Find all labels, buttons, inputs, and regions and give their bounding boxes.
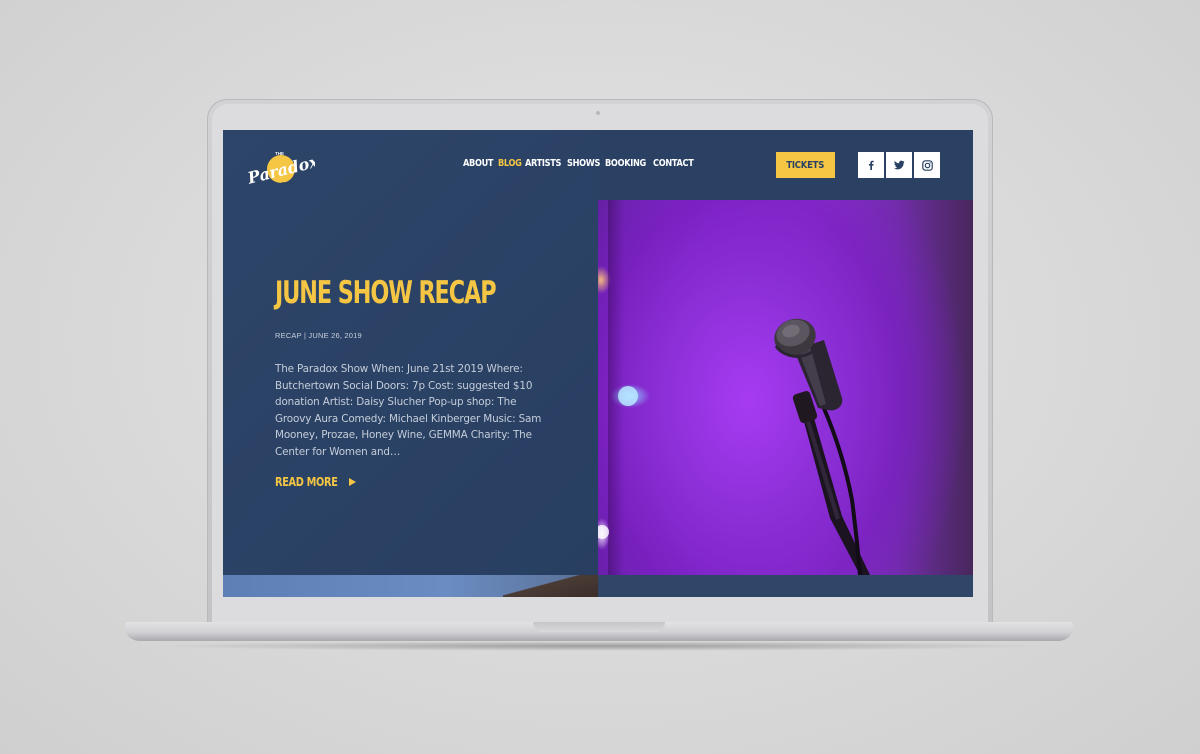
next-post-preview-right: [598, 575, 973, 597]
read-more-label: READ MORE: [275, 474, 338, 489]
tickets-button[interactable]: TICKETS: [776, 152, 835, 178]
instagram-button[interactable]: [914, 152, 940, 178]
post-excerpt: The Paradox Show When: June 21st 2019 Wh…: [275, 363, 542, 458]
twitter-button[interactable]: [886, 152, 912, 178]
nav-item-shows[interactable]: SHOWS: [567, 158, 600, 169]
laptop-shadow: [150, 641, 1050, 651]
next-post-preview-left: [223, 575, 598, 597]
play-arrow-icon: [349, 477, 357, 486]
laptop-notch: [533, 622, 665, 632]
svg-text:SHOW: SHOW: [281, 181, 296, 186]
post-title[interactable]: JUNE SHOW RECAP: [275, 278, 497, 309]
featured-post: JUNE SHOW RECAP RECAP | JUNE 26, 2019 Th…: [275, 278, 555, 491]
nav-item-about[interactable]: ABOUT: [463, 158, 494, 169]
hero-photo: [598, 200, 973, 575]
nav-item-blog[interactable]: BLOG: [498, 158, 522, 169]
paradox-show-logo[interactable]: THE Paradox SHOW: [245, 146, 315, 190]
laptop-camera: [596, 111, 600, 115]
facebook-icon: [868, 160, 874, 170]
nav-item-contact[interactable]: CONTACT: [653, 158, 694, 169]
twitter-icon: [893, 160, 904, 170]
nav-item-booking[interactable]: BOOKING: [605, 158, 646, 169]
microphone-image: [598, 318, 870, 575]
website-screen: THE Paradox SHOW ABOUT BLOG ARTISTS SHOW…: [223, 130, 973, 597]
facebook-button[interactable]: [858, 152, 884, 178]
social-links: [858, 152, 940, 178]
read-more-link[interactable]: READ MORE: [275, 474, 357, 489]
main-nav: ABOUT BLOG ARTISTS SHOWS BOOKING CONTACT: [463, 158, 700, 169]
instagram-icon: [921, 159, 933, 171]
tickets-button-label: TICKETS: [786, 159, 825, 171]
svg-text:THE: THE: [275, 151, 284, 156]
post-meta: RECAP | JUNE 26, 2019: [275, 331, 362, 340]
nav-item-artists[interactable]: ARTISTS: [525, 158, 561, 169]
